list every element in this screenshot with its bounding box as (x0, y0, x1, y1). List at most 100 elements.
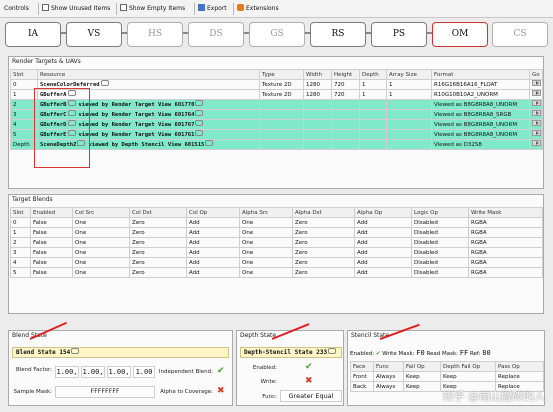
extensions-button[interactable]: Extensions (237, 3, 279, 15)
blend-column-header[interactable]: Logic Op (411, 207, 469, 218)
depth-stencil-state-name[interactable]: Depth-Stencil State 233 (240, 347, 342, 358)
blend-cell: RGBA (468, 257, 543, 268)
go-arrow-icon[interactable] (532, 100, 541, 106)
toolbar: Controls Show Unused Items Show Empty It… (0, 0, 553, 18)
target-blends-table: Slot Enabled Col Src Col Dst Col Op Alpha Src… (10, 207, 543, 278)
stage-gs[interactable]: GS (249, 22, 305, 47)
depth-func-label: Func: (262, 394, 277, 400)
blend-column-header[interactable]: Write Mask (468, 207, 543, 218)
rt-row[interactable]: 1 GBufferA Texture 2D 1280 720 1 1 R10G10B10A2_… (10, 89, 543, 100)
rt-column-header[interactable]: Type (259, 69, 304, 80)
go-arrow-icon[interactable] (532, 130, 541, 136)
blend-state-name[interactable]: Blend State 154 (12, 347, 229, 358)
rt-type: Texture 2D (259, 89, 304, 100)
rt-row[interactable]: Depth SceneDepthZ viewed by Depth Stencil … (10, 139, 543, 150)
blend-cell: One (239, 217, 293, 228)
stage-ps[interactable]: PS (371, 22, 427, 47)
rt-column-header[interactable]: Height (331, 69, 360, 80)
watermark: 知乎 @南山搬砖的人 (442, 390, 546, 403)
blend-column-header[interactable]: Col Dst (129, 207, 187, 218)
go-arrow-icon[interactable] (532, 140, 541, 146)
rt-row[interactable]: 0 SceneColorDeferred Texture 2D 1280 720 1 1 R1… (10, 79, 543, 90)
stage-ia[interactable]: IA (5, 22, 61, 47)
stage-hs[interactable]: HS (127, 22, 183, 47)
pipeline-flowchart: IA VS HS DS GS RS PS OM CS (0, 20, 553, 50)
blend-cell: One (72, 217, 130, 228)
rt-row[interactable]: 5 GBufferE viewed by Render Target View 60… (10, 129, 543, 140)
show-empty-label: Show Empty Items (129, 5, 186, 12)
stage-ds[interactable]: DS (188, 22, 244, 47)
blend-cell: Add (186, 257, 240, 268)
show-empty-toggle[interactable]: Show Empty Items (120, 3, 185, 15)
controls-menu[interactable]: Controls (4, 3, 29, 15)
stage-rs[interactable]: RS (310, 22, 366, 47)
blend-cell: One (239, 267, 293, 278)
rt-column-header[interactable]: Width (303, 69, 332, 80)
link-icon (205, 140, 214, 146)
rt-column-header[interactable]: Depth (359, 69, 387, 80)
rt-go[interactable] (529, 109, 543, 120)
rt-column-header[interactable]: Go (529, 69, 543, 80)
blend-cell: 5 (10, 267, 31, 278)
rt-height (331, 109, 360, 120)
rt-go[interactable] (529, 119, 543, 130)
export-button[interactable]: Export (198, 3, 227, 15)
stencil-column-header: Pass Op (495, 361, 544, 372)
stencil-cell: Replace (495, 371, 544, 382)
toolbar-separator (194, 3, 195, 15)
blend-column-header[interactable]: Col Src (72, 207, 130, 218)
blend-column-header[interactable]: Alpha Op (354, 207, 412, 218)
rt-column-header[interactable]: Array Size (386, 69, 432, 80)
blend-cell: One (239, 247, 293, 258)
blend-row[interactable]: 4 False One Zero Add One Zero Add Disabled RGBA (10, 257, 543, 268)
rt-row[interactable]: 2 GBufferB viewed by Render Target View 60… (10, 99, 543, 110)
blend-row[interactable]: 0 False One Zero Add One Zero Add Disabled RGBA (10, 217, 543, 228)
rt-column-header[interactable]: Format (431, 69, 530, 80)
blend-column-header[interactable]: Alpha Dst (292, 207, 355, 218)
go-arrow-icon[interactable] (532, 120, 541, 126)
rt-column-header[interactable]: Slot (10, 69, 38, 80)
blend-cell: One (72, 267, 130, 278)
rt-go[interactable] (529, 139, 543, 150)
blend-row[interactable]: 1 False One Zero Add One Zero Add Disabled RGBA (10, 227, 543, 238)
blend-cell: Zero (129, 257, 187, 268)
stage-om[interactable]: OM (432, 22, 488, 47)
blend-column-header[interactable]: Slot (10, 207, 31, 218)
rt-go[interactable] (529, 129, 543, 140)
go-arrow-icon[interactable] (532, 80, 541, 86)
rt-row[interactable]: 3 GBufferC viewed by Render Target View 60… (10, 109, 543, 120)
stencil-write-mask-label: Write Mask: (382, 351, 415, 357)
blend-cell: Disabled (411, 247, 469, 258)
alpha-to-coverage-cross-icon: ✖ (217, 386, 225, 396)
rt-width (303, 99, 332, 110)
rt-go[interactable] (529, 79, 543, 90)
blend-cell: 3 (10, 247, 31, 258)
blend-row[interactable]: 3 False One Zero Add One Zero Add Disabled RGBA (10, 247, 543, 258)
link-icon (71, 348, 80, 354)
rt-type (259, 109, 304, 120)
blend-column-header[interactable]: Enabled (30, 207, 73, 218)
blend-factor-label: Blend Factor: (15, 367, 52, 373)
rt-viewed-by: viewed by Render Target View 601764 (78, 112, 195, 118)
rt-array: 1 (386, 89, 432, 100)
rt-go[interactable] (529, 99, 543, 110)
go-arrow-icon[interactable] (532, 110, 541, 116)
stencil-cell: Always (373, 371, 404, 382)
rt-depth: 1 (359, 79, 387, 90)
rt-format: R16G16B16A16_FLOAT (431, 79, 530, 90)
rt-row[interactable]: 4 GBufferD viewed by Render Target View 60… (10, 119, 543, 130)
blend-column-header[interactable]: Alpha Src (239, 207, 293, 218)
rt-height (331, 139, 360, 150)
blend-row[interactable]: 2 False One Zero Add One Zero Add Disabled RGBA (10, 237, 543, 248)
show-unused-toggle[interactable]: Show Unused Items (42, 3, 110, 15)
blend-column-header[interactable]: Col Op (186, 207, 240, 218)
blend-cell: Zero (129, 227, 187, 238)
stage-vs[interactable]: VS (66, 22, 122, 47)
go-arrow-icon[interactable] (532, 90, 541, 96)
rt-viewed-by: viewed by Depth Stencil View 601515 (88, 142, 205, 148)
rt-column-header[interactable]: Resource (37, 69, 260, 80)
blend-cell: Disabled (411, 237, 469, 248)
rt-go[interactable] (529, 89, 543, 100)
stage-cs[interactable]: CS (492, 22, 548, 47)
blend-row[interactable]: 5 False One Zero Add One Zero Add Disabled RGBA (10, 267, 543, 278)
